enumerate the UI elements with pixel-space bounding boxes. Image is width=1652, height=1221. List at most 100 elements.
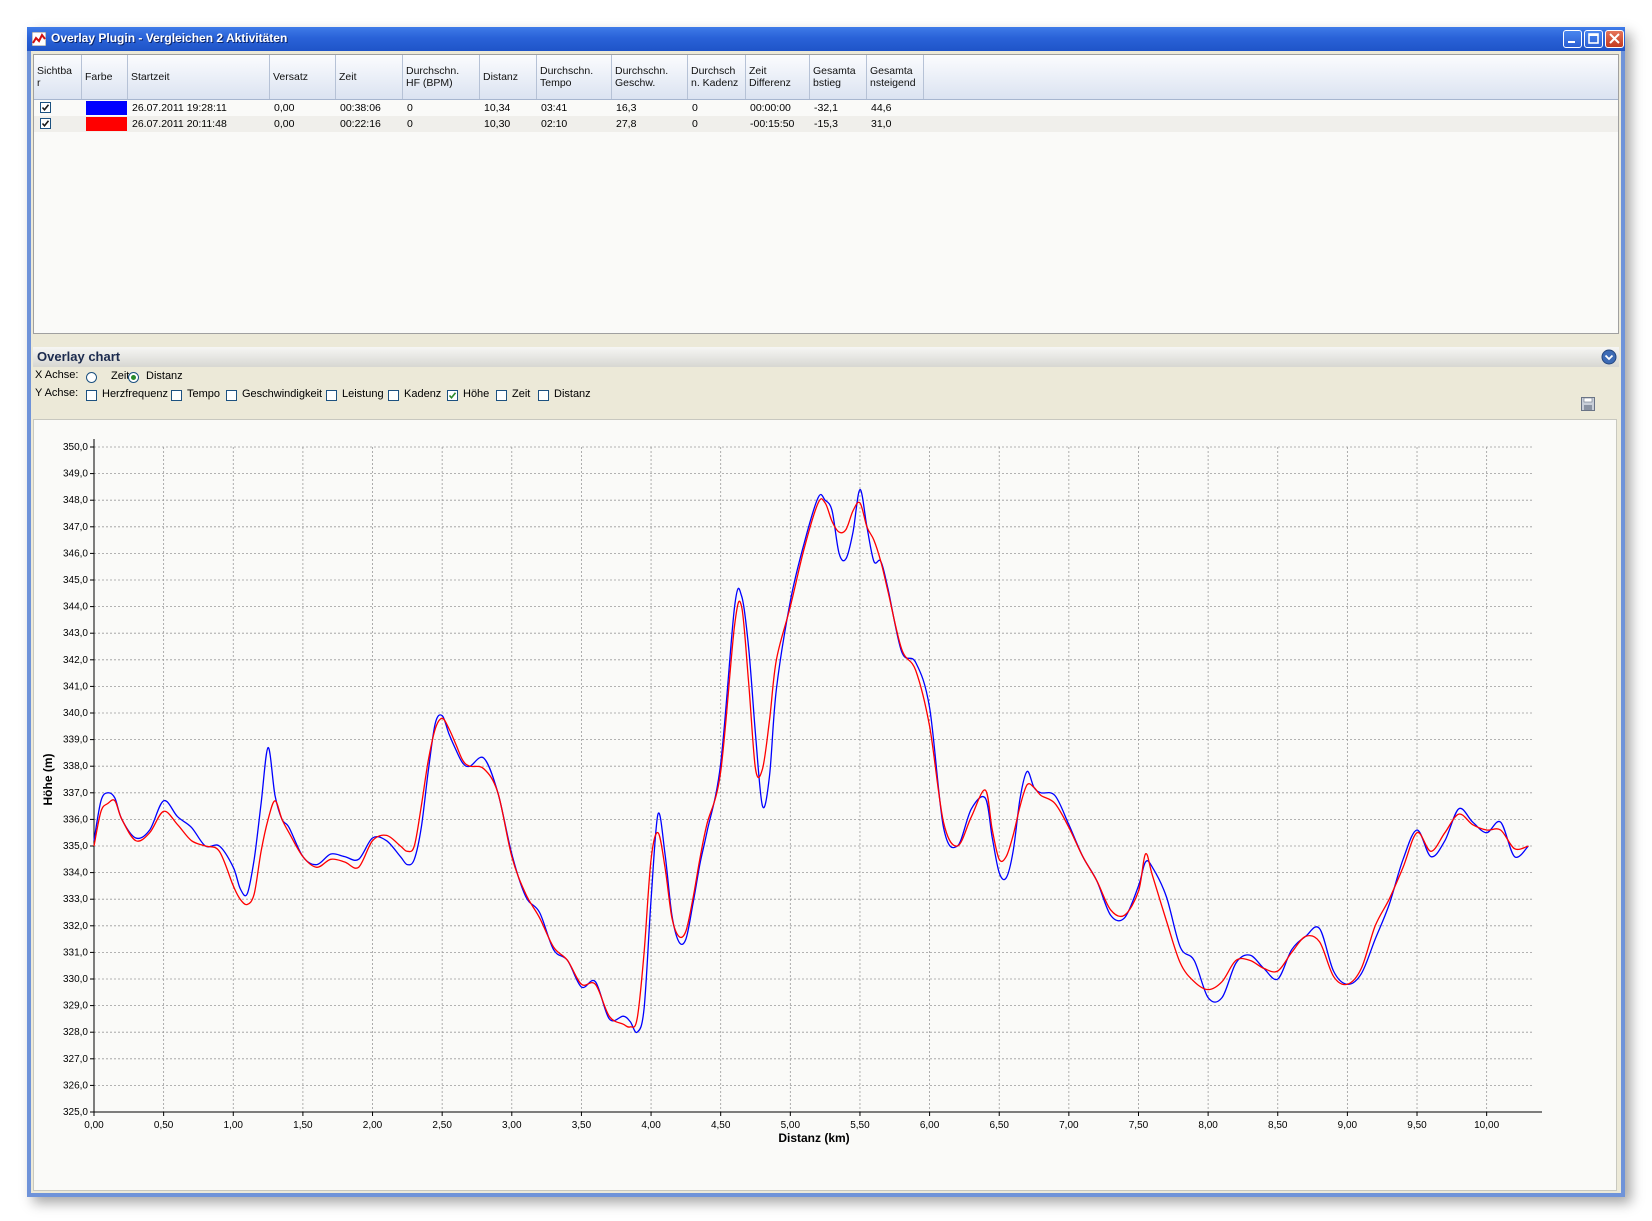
col-kadenz-header[interactable]: Durchsch n. Kadenz bbox=[688, 55, 746, 99]
y-tick-label: 349,0 bbox=[63, 469, 88, 480]
x-tick-label: 5,50 bbox=[850, 1120, 870, 1131]
y-tick-label: 335,0 bbox=[63, 841, 88, 852]
collapse-panel-icon[interactable] bbox=[1601, 349, 1617, 365]
col-geschw-header[interactable]: Durchschn. Geschw. bbox=[612, 55, 688, 99]
x-axis-title: Distanz (km) bbox=[778, 1131, 849, 1145]
x-tick-label: 10,00 bbox=[1474, 1120, 1499, 1131]
col-zeit-header[interactable]: Zeit bbox=[336, 55, 403, 99]
maximize-button[interactable] bbox=[1584, 30, 1603, 48]
col-anstieg-cell: 44,6 bbox=[871, 102, 892, 114]
col-geschw-cell: 27,8 bbox=[616, 118, 637, 130]
visible-checkbox[interactable] bbox=[40, 102, 51, 113]
x-tick-label: 1,00 bbox=[224, 1120, 244, 1131]
y-axis-checkbox-5[interactable] bbox=[447, 390, 458, 401]
y-tick-label: 339,0 bbox=[63, 735, 88, 746]
y-axis-checkbox-3[interactable] bbox=[326, 390, 337, 401]
col-distanz-header[interactable]: Distanz bbox=[480, 55, 537, 99]
col-startzeit-header[interactable]: Startzeit bbox=[128, 55, 270, 99]
app-window: Overlay Plugin - Vergleichen 2 Aktivität… bbox=[27, 27, 1625, 1197]
y-tick-label: 333,0 bbox=[63, 894, 88, 905]
panel-title: Overlay chart bbox=[37, 349, 121, 364]
y-axis-checkbox-6[interactable] bbox=[496, 390, 507, 401]
y-tick-label: 330,0 bbox=[63, 974, 88, 985]
app-icon bbox=[32, 32, 46, 46]
col-anstieg-cell: 31,0 bbox=[871, 118, 892, 130]
y-tick-label: 346,0 bbox=[63, 548, 88, 559]
window-title: Overlay Plugin - Vergleichen 2 Aktivität… bbox=[51, 31, 288, 45]
close-icon bbox=[1609, 33, 1620, 44]
x-tick-label: 2,00 bbox=[363, 1120, 383, 1131]
col-zeit-diff-header[interactable]: Zeit Differenz bbox=[746, 55, 810, 99]
overlay-chart-header: Overlay chart bbox=[33, 347, 1619, 367]
col-zeit-cell: 00:22:16 bbox=[340, 118, 381, 130]
color-swatch[interactable] bbox=[86, 101, 127, 115]
y-axis-checkbox-2[interactable] bbox=[226, 390, 237, 401]
col-versatz-header[interactable]: Versatz bbox=[270, 55, 336, 99]
x-tick-label: 7,00 bbox=[1059, 1120, 1079, 1131]
y-axis-option-label: Leistung bbox=[342, 388, 384, 400]
y-tick-label: 334,0 bbox=[63, 868, 88, 879]
activity-table: Sichtba r Farbe Startzeit Versatz Zeit Durchs… bbox=[33, 54, 1619, 334]
x-tick-label: 6,50 bbox=[989, 1120, 1009, 1131]
y-axis-checkbox-4[interactable] bbox=[388, 390, 399, 401]
col-tempo-cell: 03:41 bbox=[541, 102, 568, 114]
y-tick-label: 338,0 bbox=[63, 761, 88, 772]
col-versatz-cell: 0,00 bbox=[274, 118, 295, 130]
col-visible-header[interactable]: Sichtba r bbox=[34, 55, 82, 99]
x-axis-option-label: Distanz bbox=[146, 370, 183, 382]
x-tick-label: 8,00 bbox=[1198, 1120, 1218, 1131]
col-color-header[interactable]: Farbe bbox=[82, 55, 128, 99]
col-abstieg-cell: -32,1 bbox=[814, 102, 838, 114]
visible-checkbox[interactable] bbox=[40, 118, 51, 129]
x-axis-label: X Achse: bbox=[35, 369, 79, 381]
x-axis-radio-distanz[interactable] bbox=[128, 372, 139, 383]
y-axis-option-label: Kadenz bbox=[404, 388, 442, 400]
col-anstieg-header[interactable]: Gesamta nsteigend bbox=[867, 55, 924, 99]
chart-canvas: 325,0 326,0 327,0 328,0 329,0 330,0 331,0 332,0… bbox=[41, 439, 1542, 1145]
close-button[interactable] bbox=[1605, 30, 1624, 48]
y-tick-label: 328,0 bbox=[63, 1027, 88, 1038]
y-tick-label: 345,0 bbox=[63, 575, 88, 586]
x-tick-label: 0,50 bbox=[154, 1120, 174, 1131]
y-tick-label: 341,0 bbox=[63, 681, 88, 692]
col-abstieg-header[interactable]: Gesamta bstieg bbox=[810, 55, 867, 99]
x-tick-label: 2,50 bbox=[432, 1120, 452, 1131]
table-row[interactable]: 26.07.2011 19:28:11 0,00 00:38:06 0 10,34 03:… bbox=[34, 100, 1618, 116]
y-tick-label: 340,0 bbox=[63, 708, 88, 719]
col-kadenz-cell: 0 bbox=[692, 102, 698, 114]
title-bar[interactable]: Overlay Plugin - Vergleichen 2 Aktivität… bbox=[27, 27, 1625, 51]
plot-area bbox=[94, 447, 1534, 1112]
y-tick-label: 342,0 bbox=[63, 655, 88, 666]
y-tick-label: 343,0 bbox=[63, 628, 88, 639]
y-axis-option-label: Herzfrequenz bbox=[102, 388, 169, 400]
x-tick-label: 9,00 bbox=[1338, 1120, 1358, 1131]
minimize-icon bbox=[1568, 41, 1575, 43]
x-axis-radio-zeit[interactable] bbox=[86, 372, 97, 383]
col-tempo-header[interactable]: Durchschn. Tempo bbox=[537, 55, 612, 99]
x-tick-label: 4,00 bbox=[641, 1120, 661, 1131]
color-swatch[interactable] bbox=[86, 117, 127, 131]
col-hf-cell: 0 bbox=[407, 102, 413, 114]
y-tick-label: 337,0 bbox=[63, 788, 88, 799]
col-abstieg-cell: -15,3 bbox=[814, 118, 838, 130]
minimize-button[interactable] bbox=[1563, 30, 1582, 48]
y-axis-checkbox-1[interactable] bbox=[171, 390, 182, 401]
y-axis-option-label: Tempo bbox=[187, 388, 221, 400]
save-icon[interactable] bbox=[1581, 397, 1595, 411]
y-tick-label: 350,0 bbox=[63, 442, 88, 453]
y-tick-label: 347,0 bbox=[63, 522, 88, 533]
y-tick-label: 327,0 bbox=[63, 1054, 88, 1065]
checkmark-icon bbox=[448, 392, 457, 400]
col-zeit-cell: 00:38:06 bbox=[340, 102, 381, 114]
checkmark-icon bbox=[41, 104, 50, 112]
y-axis-checkbox-0[interactable] bbox=[86, 390, 97, 401]
table-row[interactable]: 26.07.2011 20:11:48 0,00 00:22:16 0 10,30 02:… bbox=[34, 116, 1618, 132]
col-hf-header[interactable]: Durchschn. HF (BPM) bbox=[403, 55, 480, 99]
y-axis-checkbox-7[interactable] bbox=[538, 390, 549, 401]
col-distanz-cell: 10,34 bbox=[484, 102, 511, 114]
x-tick-label: 3,00 bbox=[502, 1120, 522, 1131]
y-axis-option-label: Distanz bbox=[554, 388, 591, 400]
x-tick-label: 9,50 bbox=[1407, 1120, 1427, 1131]
y-axis-option-label: Geschwindigkeit bbox=[242, 388, 323, 400]
x-tick-label: 1,50 bbox=[293, 1120, 313, 1131]
